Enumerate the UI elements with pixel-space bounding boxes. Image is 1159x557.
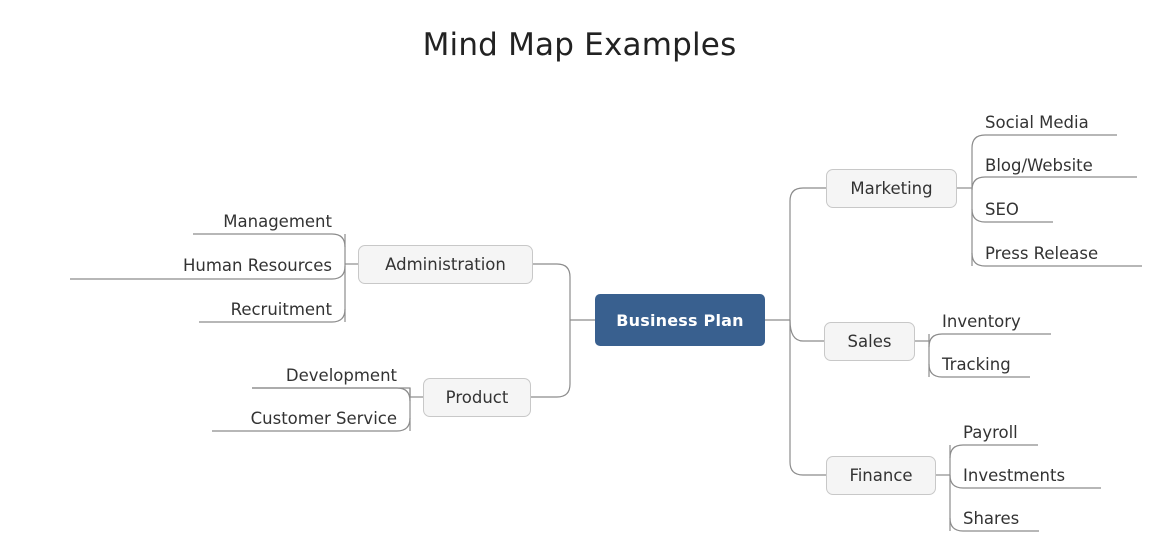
branch-node-administration[interactable]: Administration (358, 245, 533, 284)
branch-node-finance[interactable]: Finance (826, 456, 936, 495)
branch-node-product[interactable]: Product (423, 378, 531, 417)
page-title: Mind Map Examples (422, 27, 737, 63)
leaf-node-label: Inventory (942, 312, 1021, 331)
leaf-node-label: Press Release (985, 244, 1099, 263)
leaf-node-recruitment[interactable]: Recruitment (0, 300, 332, 319)
branch-node-sales[interactable]: Sales (824, 322, 915, 361)
leaf-node-payroll[interactable]: Payroll (963, 423, 1159, 442)
leaf-node-shares[interactable]: Shares (963, 509, 1159, 528)
leaf-node-investments[interactable]: Investments (963, 466, 1159, 485)
root-node-business-plan[interactable]: Business Plan (595, 294, 765, 346)
branch-node-label: Administration (385, 255, 506, 274)
leaf-node-label: Development (285, 366, 397, 385)
leaf-node-development[interactable]: Development (0, 366, 397, 385)
leaf-node-tracking[interactable]: Tracking (942, 355, 1142, 374)
leaf-node-human-resources[interactable]: Human Resources (0, 256, 332, 275)
leaf-node-seo[interactable]: SEO (985, 200, 1159, 219)
branch-node-marketing[interactable]: Marketing (826, 169, 957, 208)
leaf-node-label: Recruitment (230, 300, 332, 319)
branch-node-label: Finance (849, 466, 913, 485)
leaf-node-label: Payroll (963, 423, 1018, 442)
leaf-node-label: Investments (963, 466, 1066, 485)
leaf-node-label: Social Media (985, 113, 1089, 132)
leaf-node-social-media[interactable]: Social Media (985, 113, 1159, 132)
leaf-node-label: SEO (985, 200, 1019, 219)
leaf-node-management[interactable]: Management (0, 212, 332, 231)
root-node-label: Business Plan (616, 310, 744, 330)
leaf-node-customer-service[interactable]: Customer Service (0, 409, 397, 428)
leaf-node-label: Management (223, 212, 332, 231)
leaf-node-inventory[interactable]: Inventory (942, 312, 1142, 331)
branch-node-label: Product (445, 388, 509, 407)
leaf-node-label: Tracking (942, 355, 1011, 374)
mind-map-canvas: Mind Map Examples Business Plan Administ… (0, 0, 1159, 557)
leaf-node-label: Blog/Website (985, 156, 1093, 175)
branch-node-label: Sales (847, 332, 892, 351)
leaf-node-label: Human Resources (182, 256, 332, 275)
branch-node-label: Marketing (850, 179, 933, 198)
leaf-node-press-release[interactable]: Press Release (985, 244, 1159, 263)
leaf-node-blog-website[interactable]: Blog/Website (985, 156, 1159, 175)
leaf-node-label: Customer Service (250, 409, 397, 428)
leaf-node-label: Shares (963, 509, 1020, 528)
